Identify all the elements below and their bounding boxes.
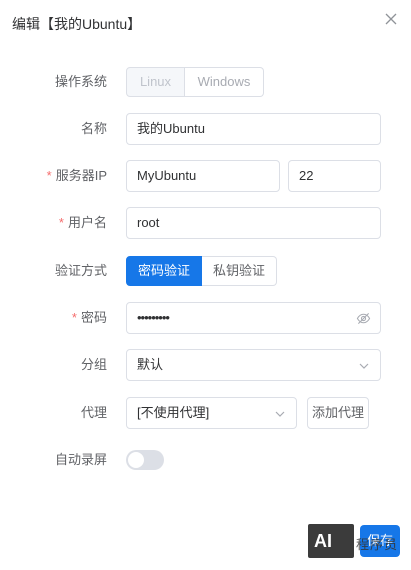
proxy-row: 代理 [不使用代理] 添加代理 bbox=[0, 397, 411, 429]
os-label: 操作系统 bbox=[54, 74, 107, 89]
group-value: 默认 bbox=[137, 357, 164, 372]
chevron-down-icon bbox=[275, 411, 285, 417]
auth-row: 验证方式 密码验证 私钥验证 bbox=[0, 255, 411, 287]
group-label: 分组 bbox=[80, 357, 107, 372]
close-icon[interactable] bbox=[383, 11, 399, 27]
name-row: 名称 我的Ubuntu bbox=[0, 113, 411, 145]
auto-record-label: 自动录屏 bbox=[54, 452, 107, 467]
toggle-knob bbox=[128, 452, 144, 468]
host-input[interactable]: MyUbuntu bbox=[126, 160, 280, 192]
auto-record-toggle[interactable] bbox=[126, 450, 164, 470]
password-row: * 密码 ••••••••• bbox=[0, 302, 411, 334]
proxy-select[interactable]: [不使用代理] bbox=[126, 397, 297, 429]
watermark-logo: AI bbox=[308, 524, 354, 558]
auth-option-private-key[interactable]: 私钥验证 bbox=[202, 256, 277, 286]
group-row: 分组 默认 bbox=[0, 349, 411, 381]
username-label-text: 用户名 bbox=[67, 215, 107, 230]
proxy-label: 代理 bbox=[80, 405, 107, 420]
eye-slash-icon[interactable] bbox=[356, 311, 371, 326]
proxy-value: [不使用代理] bbox=[137, 405, 210, 420]
username-row: * 用户名 root bbox=[0, 207, 411, 239]
required-mark: * bbox=[46, 168, 52, 183]
auth-option-password[interactable]: 密码验证 bbox=[126, 256, 202, 286]
auto-record-row: 自动录屏 bbox=[0, 444, 411, 476]
password-input[interactable]: ••••••••• bbox=[126, 302, 381, 334]
server-label-text: 服务器IP bbox=[55, 168, 107, 183]
name-input[interactable]: 我的Ubuntu bbox=[126, 113, 381, 145]
edit-connection-dialog: 编辑【我的Ubuntu】 操作系统 Linux Windows 名称 我的Ubu… bbox=[0, 0, 411, 570]
auth-segmented: 密码验证 私钥验证 bbox=[126, 256, 277, 286]
add-proxy-button[interactable]: 添加代理 bbox=[307, 397, 369, 429]
os-segmented: Linux Windows bbox=[126, 67, 264, 97]
name-label: 名称 bbox=[80, 121, 107, 136]
username-input[interactable]: root bbox=[126, 207, 381, 239]
group-select[interactable]: 默认 bbox=[126, 349, 381, 381]
password-label: * 密码 bbox=[72, 302, 107, 334]
watermark-text: 程序员 bbox=[356, 537, 399, 552]
auth-label: 验证方式 bbox=[54, 263, 107, 278]
os-option-windows[interactable]: Windows bbox=[185, 67, 264, 97]
os-row: 操作系统 Linux Windows bbox=[0, 66, 411, 98]
os-option-linux[interactable]: Linux bbox=[126, 67, 185, 97]
server-row: * 服务器IP MyUbuntu 22 bbox=[0, 160, 411, 192]
password-value: ••••••••• bbox=[137, 310, 170, 325]
server-label: * 服务器IP bbox=[47, 160, 107, 192]
required-mark: * bbox=[71, 310, 77, 325]
chevron-down-icon bbox=[359, 363, 369, 369]
port-input[interactable]: 22 bbox=[288, 160, 381, 192]
password-label-text: 密码 bbox=[80, 310, 107, 325]
username-label: * 用户名 bbox=[59, 207, 107, 239]
dialog-title: 编辑【我的Ubuntu】 bbox=[12, 16, 142, 32]
required-mark: * bbox=[58, 215, 64, 230]
